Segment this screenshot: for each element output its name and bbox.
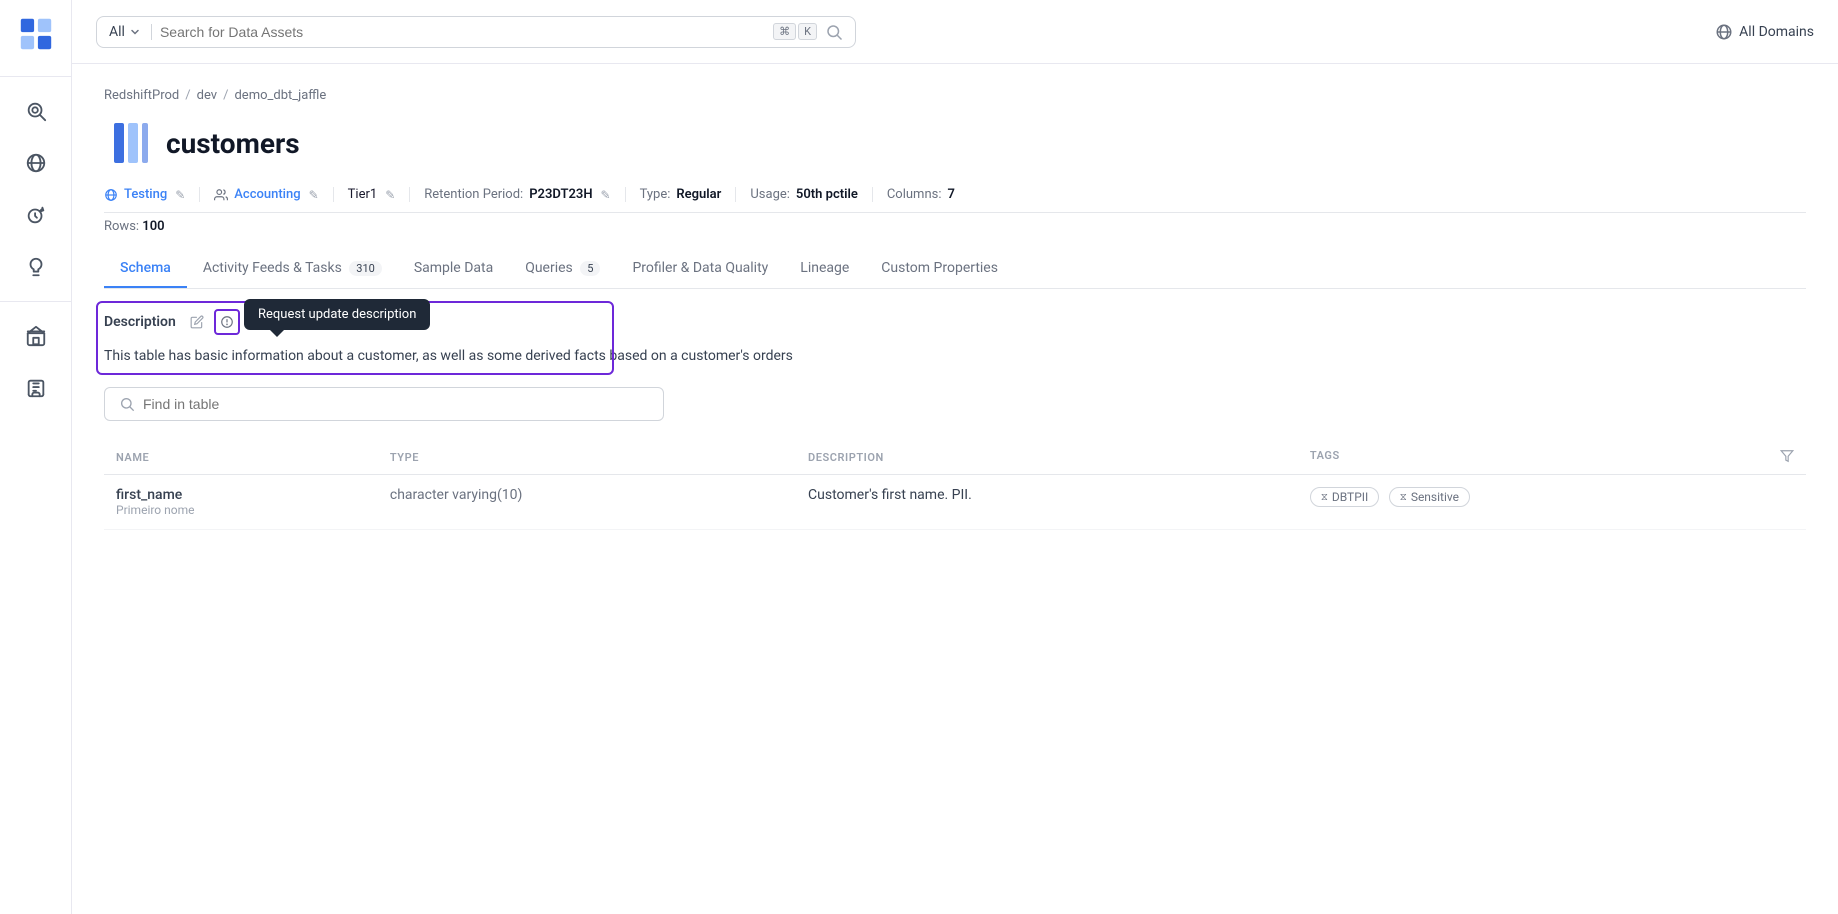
cell-name: first_name Primeiro nome bbox=[104, 475, 378, 530]
tab-sample-data[interactable]: Sample Data bbox=[398, 250, 509, 288]
find-search-icon bbox=[119, 396, 135, 412]
domain-icon bbox=[104, 188, 118, 202]
queries-badge: 5 bbox=[580, 261, 600, 276]
sidebar-divider-mid bbox=[0, 301, 71, 302]
page-content: RedshiftProd / dev / demo_dbt_jaffle cus… bbox=[72, 64, 1838, 914]
breadcrumb-redshiftprod[interactable]: RedshiftProd bbox=[104, 88, 179, 103]
owner-edit-icon[interactable]: ✎ bbox=[309, 188, 319, 202]
tab-profiler[interactable]: Profiler & Data Quality bbox=[616, 250, 784, 288]
main-content: All ⌘ K All Domains RedshiftProd / bbox=[72, 0, 1838, 914]
domain-selector[interactable]: All Domains bbox=[1715, 23, 1814, 41]
col-header-tags: TAGS bbox=[1298, 441, 1806, 475]
columns-table: NAME TYPE DESCRIPTION TAGS bbox=[104, 441, 1806, 530]
sidebar-divider-top bbox=[0, 76, 71, 77]
owner-icon bbox=[214, 188, 228, 202]
meta-tier: Tier1 ✎ bbox=[334, 187, 411, 202]
tags-filter-icon[interactable] bbox=[1780, 449, 1794, 466]
tab-schema[interactable]: Schema bbox=[104, 250, 187, 288]
find-in-table bbox=[104, 387, 664, 421]
table-icon bbox=[104, 119, 152, 167]
description-request-icon[interactable] bbox=[214, 309, 240, 335]
meta-owner: Accounting ✎ bbox=[200, 187, 333, 202]
find-in-table-input[interactable] bbox=[143, 396, 649, 412]
meta-retention: Retention Period: P23DT23H ✎ bbox=[410, 187, 625, 202]
app-logo[interactable] bbox=[14, 12, 58, 56]
sidebar-item-explore[interactable] bbox=[14, 89, 58, 133]
meta-type: Type: Regular bbox=[626, 187, 737, 202]
tooltip-box: Request update description bbox=[244, 299, 430, 330]
table-row: first_name Primeiro nome character varyi… bbox=[104, 475, 1806, 530]
col-header-name: NAME bbox=[104, 441, 378, 475]
col-header-description: DESCRIPTION bbox=[796, 441, 1298, 475]
top-header: All ⌘ K All Domains bbox=[72, 0, 1838, 64]
table-body: first_name Primeiro nome character varyi… bbox=[104, 475, 1806, 530]
tooltip-overlay: Request update description bbox=[244, 299, 430, 337]
search-icon bbox=[825, 23, 843, 41]
activity-badge: 310 bbox=[349, 261, 382, 276]
description-text: This table has basic information about a… bbox=[104, 345, 1806, 367]
domain-edit-icon[interactable]: ✎ bbox=[175, 188, 185, 202]
tab-queries[interactable]: Queries 5 bbox=[509, 250, 616, 288]
breadcrumb: RedshiftProd / dev / demo_dbt_jaffle bbox=[104, 88, 1806, 103]
cell-tags: ⧖ DBTPII ⧖ Sensitive bbox=[1298, 475, 1806, 530]
description-edit-icon[interactable] bbox=[184, 309, 210, 335]
table-header: NAME TYPE DESCRIPTION TAGS bbox=[104, 441, 1806, 475]
tab-activity[interactable]: Activity Feeds & Tasks 310 bbox=[187, 250, 398, 288]
page-title: customers bbox=[166, 127, 300, 160]
meta-columns: Columns: 7 bbox=[873, 187, 969, 202]
page-title-row: customers bbox=[104, 119, 1806, 167]
sidebar bbox=[0, 0, 72, 914]
cell-description: Customer's first name. PII. bbox=[796, 475, 1298, 530]
tab-custom-properties[interactable]: Custom Properties bbox=[865, 250, 1014, 288]
metadata-row: Testing ✎ Accounting ✎ Tier1 ✎ Retention… bbox=[104, 187, 1806, 213]
breadcrumb-demo[interactable]: demo_dbt_jaffle bbox=[234, 88, 326, 103]
tab-lineage[interactable]: Lineage bbox=[784, 250, 865, 288]
breadcrumb-dev[interactable]: dev bbox=[197, 88, 217, 103]
tag-sensitive[interactable]: ⧖ Sensitive bbox=[1389, 487, 1470, 507]
sidebar-item-knowledge[interactable] bbox=[14, 366, 58, 410]
description-section: Request update description Description bbox=[104, 309, 1806, 367]
cell-type: character varying(10) bbox=[378, 475, 796, 530]
sidebar-item-globe[interactable] bbox=[14, 141, 58, 185]
search-type-dropdown[interactable]: All bbox=[109, 24, 152, 40]
retention-edit-icon[interactable]: ✎ bbox=[601, 188, 611, 202]
meta-usage: Usage: 50th pctile bbox=[736, 187, 872, 202]
sidebar-item-insight[interactable] bbox=[14, 193, 58, 237]
keyboard-shortcut: ⌘ K bbox=[773, 23, 817, 40]
rows-row: Rows: 100 bbox=[104, 219, 1806, 234]
tooltip-arrow bbox=[270, 330, 284, 337]
tier-edit-icon[interactable]: ✎ bbox=[385, 188, 395, 202]
sidebar-item-governance[interactable] bbox=[14, 314, 58, 358]
globe-icon bbox=[1715, 23, 1733, 41]
tabs-row: Schema Activity Feeds & Tasks 310 Sample… bbox=[104, 250, 1806, 289]
tag-dbtpii[interactable]: ⧖ DBTPII bbox=[1310, 487, 1379, 507]
search-input[interactable] bbox=[160, 24, 765, 40]
meta-domain: Testing ✎ bbox=[104, 187, 200, 202]
sidebar-item-quality[interactable] bbox=[14, 245, 58, 289]
search-bar: All ⌘ K bbox=[96, 16, 856, 48]
col-header-type: TYPE bbox=[378, 441, 796, 475]
